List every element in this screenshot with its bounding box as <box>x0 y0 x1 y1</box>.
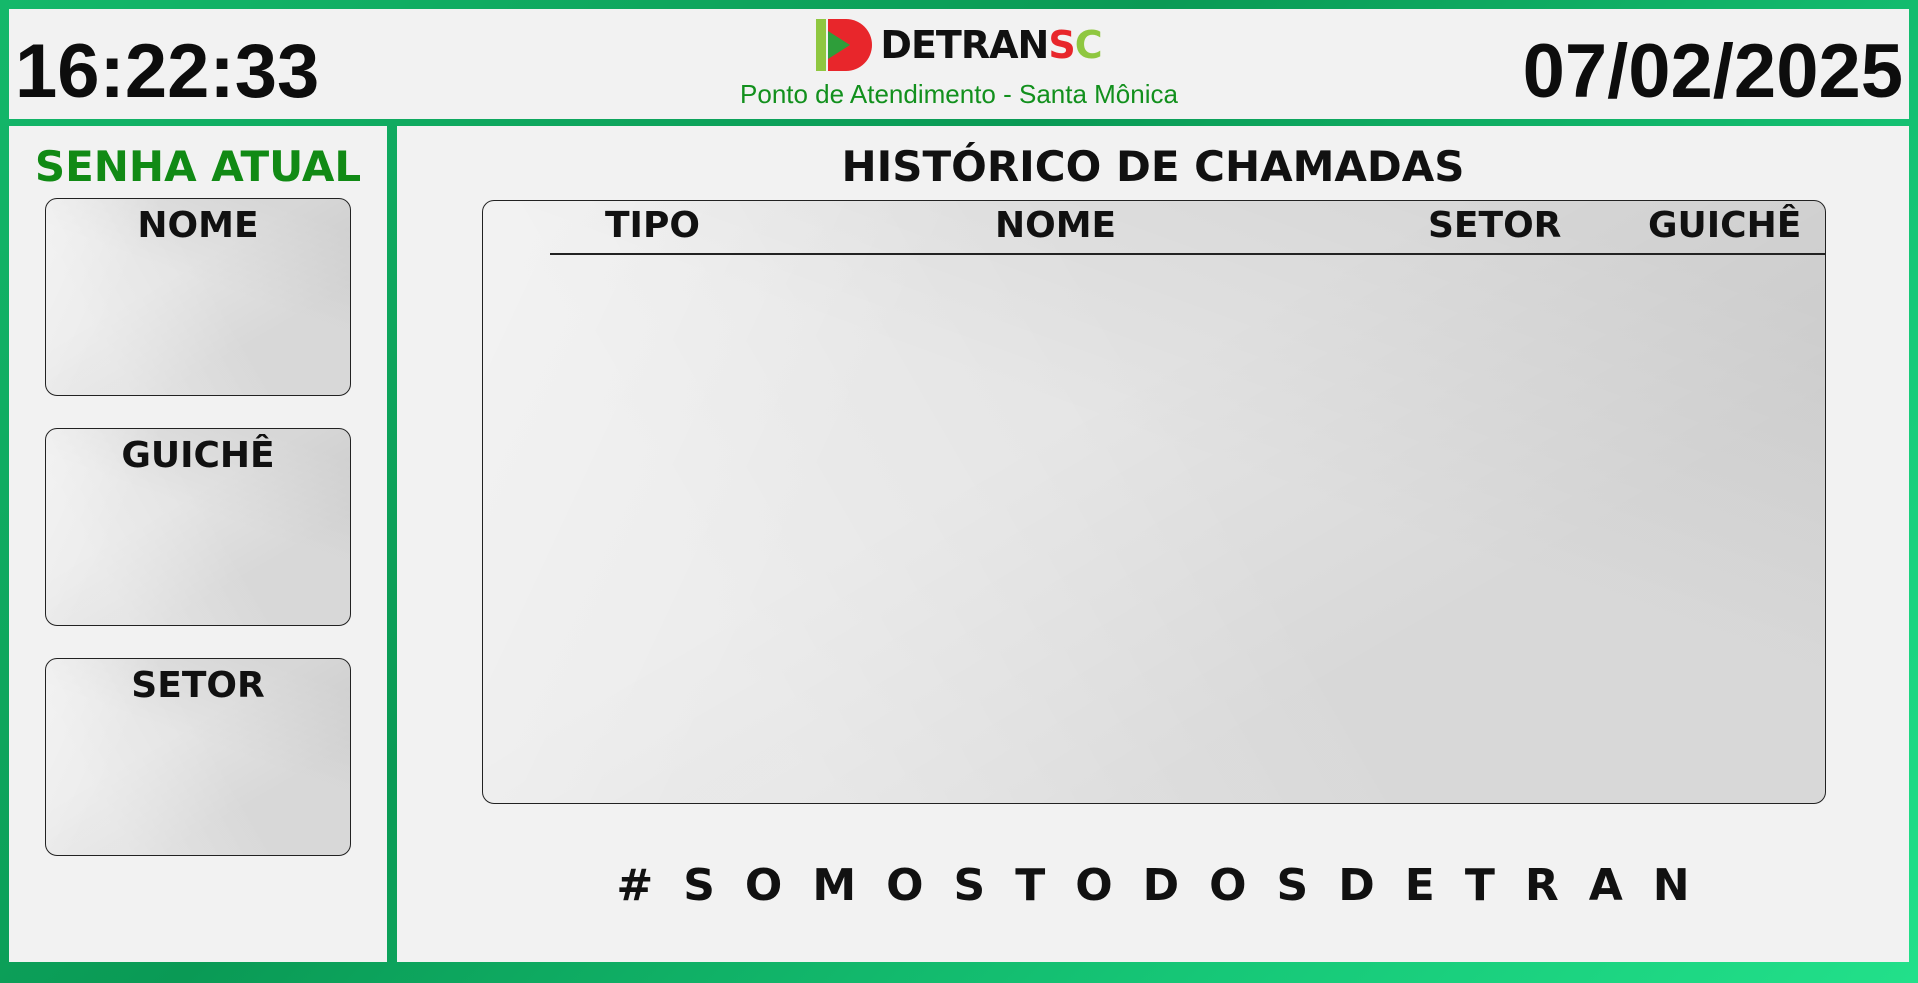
column-header-type: TIPO <box>605 205 700 246</box>
detran-logo-text: DETRANSC <box>880 23 1102 67</box>
current-counter-label: GUICHÊ <box>121 435 275 476</box>
column-header-sector: SETOR <box>1428 205 1562 246</box>
header-bar: 16:22:33 DETRANSC Ponto de Atendimento -… <box>9 9 1909 119</box>
current-ticket-title: SENHA ATUAL <box>34 142 362 191</box>
header-divider <box>550 253 1825 255</box>
current-ticket-panel: SENHA ATUAL NOME GUICHÊ SETOR <box>9 126 387 962</box>
service-point-subtitle: Ponto de Atendimento - Santa Mônica <box>740 79 1178 109</box>
call-history-title: HISTÓRICO DE CHAMADAS <box>841 142 1465 191</box>
call-history-panel: HISTÓRICO DE CHAMADAS TIPO NOME SETOR GU… <box>397 126 1909 962</box>
current-date: 07/02/2025 <box>1522 29 1903 114</box>
current-sector-card: SETOR <box>45 658 351 856</box>
current-name-label: NOME <box>137 205 259 246</box>
detran-logo: DETRANSC <box>659 15 1259 75</box>
call-history-table: TIPO NOME SETOR GUICHÊ <box>482 200 1826 804</box>
column-header-name: NOME <box>995 205 1117 246</box>
brand-block: DETRANSC Ponto de Atendimento - Santa Mô… <box>659 15 1259 110</box>
current-time: 16:22:33 <box>15 29 320 114</box>
current-counter-card: GUICHÊ <box>45 428 351 626</box>
detran-logo-icon <box>816 19 873 71</box>
current-sector-label: SETOR <box>131 665 265 706</box>
column-header-counter: GUICHÊ <box>1648 205 1802 246</box>
current-name-card: NOME <box>45 198 351 396</box>
slogan-hashtag: #SOMOSTODOSDETRAN <box>616 860 1720 911</box>
